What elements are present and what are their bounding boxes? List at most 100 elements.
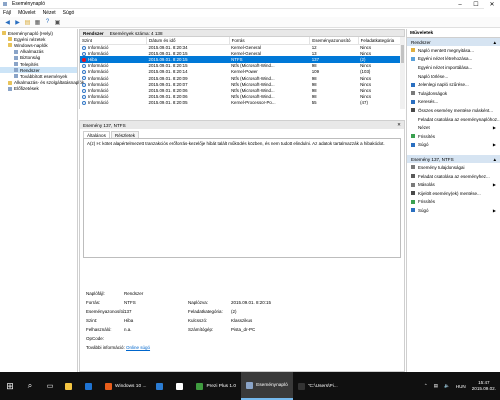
action-item[interactable]: Összes esemény mentése másként...	[407, 106, 500, 115]
action-item[interactable]: Napló mentett megnyitása...	[407, 46, 500, 55]
title-bar: Eseménynapló – ☐ ✕	[0, 0, 500, 9]
column-date[interactable]: Dátum és idő	[146, 37, 230, 45]
action-item[interactable]: Frissítés	[407, 132, 500, 141]
info-icon	[82, 64, 86, 68]
action-item[interactable]: Feladat csatolása az eseménynaplóhoz...	[407, 115, 500, 124]
action-item[interactable]: Másolás ▶	[407, 180, 500, 189]
folder-icon[interactable]: ▤	[23, 18, 32, 27]
column-event-id[interactable]: Eseményazonosító	[309, 37, 359, 45]
language-indicator[interactable]: HUN	[456, 384, 466, 389]
tab-details[interactable]: Részletek	[110, 131, 140, 138]
back-arrow-icon[interactable]: ◀	[3, 18, 12, 27]
column-level[interactable]: Szint	[80, 37, 147, 45]
actions-section-event[interactable]: Esemény 137, NTFS ▲	[407, 155, 500, 164]
close-detail-icon[interactable]: ✕	[397, 122, 401, 128]
action-label: Másolás	[418, 182, 435, 188]
maximize-button[interactable]: ☐	[468, 0, 484, 9]
task-view-icon[interactable]: ▭	[40, 372, 60, 400]
info-icon	[82, 101, 86, 106]
action-item[interactable]: Egyéni nézet importálása...	[407, 63, 500, 72]
menu-bar: Fájl Művelet Nézet Súgó	[0, 9, 500, 17]
event-message[interactable]: A(z) H: kötet alapértelmezett tranzakció…	[83, 138, 401, 258]
console-icon[interactable]: ▣	[53, 18, 62, 27]
taskbar-apps: Windows 10 ... Prezi Plus 1.0 Eseménynapló…	[60, 372, 343, 400]
scrollbar-thumb[interactable]	[401, 45, 404, 63]
action-item[interactable]: Napló törlése...	[407, 72, 500, 81]
error-icon	[82, 57, 86, 62]
action-item[interactable]: Esemény tulajdonságai	[407, 163, 500, 172]
properties-icon[interactable]: ▦	[33, 18, 42, 27]
search-icon[interactable]: ⌕	[20, 372, 40, 400]
tree-item-label: Rendszer	[20, 67, 40, 73]
taskbar-app[interactable]: Eseménynapló	[241, 372, 293, 400]
menu-file[interactable]: Fájl	[3, 10, 11, 16]
online-help-link[interactable]: Online súgó	[126, 345, 150, 350]
log-icon	[14, 68, 18, 73]
menu-view[interactable]: Nézet	[43, 10, 56, 16]
list-scrollbar[interactable]	[400, 37, 405, 109]
action-label: Kijelölt esemény(ek) mentése...	[418, 190, 481, 196]
system-tray: ⌃ ▤ 🔈 HUN 15:47 2015.09.02.	[424, 372, 496, 400]
app-icon	[156, 382, 164, 390]
tab-general[interactable]: Általános	[83, 131, 110, 138]
tree-item-label: Telepítés	[20, 61, 39, 67]
menu-help[interactable]: Súgó	[63, 10, 75, 16]
action-item[interactable]: Keresés...	[407, 98, 500, 107]
field-row: Forrás: NTFS Naplózva: 2015.09.01. 8:20:15	[86, 298, 396, 307]
action-icon	[411, 82, 415, 87]
action-item[interactable]: Tulajdonságok	[407, 89, 500, 98]
tray-chevron-icon[interactable]: ⌃	[424, 383, 428, 389]
taskbar-app[interactable]	[80, 372, 100, 400]
app-icon	[105, 382, 112, 390]
cell-id: 55	[311, 100, 317, 106]
action-label: Súgó	[418, 207, 429, 213]
action-item[interactable]: Jelenlegi napló szűrése...	[407, 80, 500, 89]
taskbar-app[interactable]	[151, 372, 171, 400]
field-v1: Rendszer	[124, 291, 144, 296]
action-item[interactable]: Egyéni nézet létrehozása...	[407, 55, 500, 64]
info-icon	[82, 82, 86, 87]
app-icon	[196, 382, 204, 390]
folder-icon	[8, 37, 12, 42]
forward-arrow-icon[interactable]: ▶	[13, 18, 22, 27]
action-item[interactable]: Nézet ▶	[407, 123, 500, 132]
tree-item[interactable]: Előfizetések	[0, 86, 77, 92]
taskbar-app[interactable]: "C:\Users\Pi...	[293, 372, 343, 400]
column-task-category[interactable]: Feladatkategória	[358, 37, 404, 45]
action-label: Jelenlegi napló szűrése...	[418, 82, 469, 88]
volume-icon[interactable]: 🔈	[444, 383, 450, 389]
action-icon	[411, 117, 415, 122]
cell-level-text: Hiba	[88, 56, 98, 62]
actions-title: Műveletek	[407, 29, 500, 38]
collapse-icon[interactable]: ▲	[492, 40, 497, 45]
menu-action[interactable]: Művelet	[18, 10, 36, 16]
action-item[interactable]: Súgó ▶	[407, 141, 500, 150]
cell-level-text: Információ	[88, 50, 109, 56]
collapse-icon[interactable]: ▲	[492, 157, 497, 162]
minimize-button[interactable]: –	[452, 0, 468, 9]
clock-date: 2015.09.02.	[471, 386, 496, 391]
field-v2: Klasszikus	[231, 318, 253, 323]
clock[interactable]: 15:47 2015.09.02.	[472, 380, 496, 392]
field-v1: n.a.	[124, 327, 132, 332]
taskbar-app[interactable]	[171, 372, 191, 400]
close-button[interactable]: ✕	[484, 0, 500, 9]
submenu-arrow-icon: ▶	[492, 182, 496, 188]
action-item[interactable]: Frissítés	[407, 198, 500, 207]
action-item[interactable]: Feladat csatolása az eseményhez...	[407, 172, 500, 181]
cell-level-text: Információ	[88, 75, 109, 81]
table-row[interactable]: Információ 2015.09.01. 8:20:05 Kernel-Proc…	[80, 100, 404, 106]
tree-item-label: Alkalmazás- és szolgáltatásnaplók	[14, 80, 85, 86]
taskbar-app[interactable]	[60, 372, 80, 400]
center-pane: Rendszer Események száma: 4 138 Szint Dá…	[79, 29, 405, 372]
network-icon[interactable]: ▤	[434, 383, 438, 389]
action-item[interactable]: Súgó ▶	[407, 206, 500, 215]
help-icon[interactable]: ?	[43, 18, 52, 27]
taskbar-app[interactable]: Windows 10 ...	[100, 372, 151, 400]
column-source[interactable]: Forrás	[229, 37, 311, 45]
start-button[interactable]: ⊞	[0, 372, 20, 400]
actions-section-log[interactable]: Rendszer ▲	[407, 38, 500, 46]
action-item[interactable]: Kijelölt esemény(ek) mentése...	[407, 189, 500, 198]
taskbar-app[interactable]: Prezi Plus 1.0	[191, 372, 241, 400]
actions-section-log-label: Rendszer	[411, 39, 431, 45]
